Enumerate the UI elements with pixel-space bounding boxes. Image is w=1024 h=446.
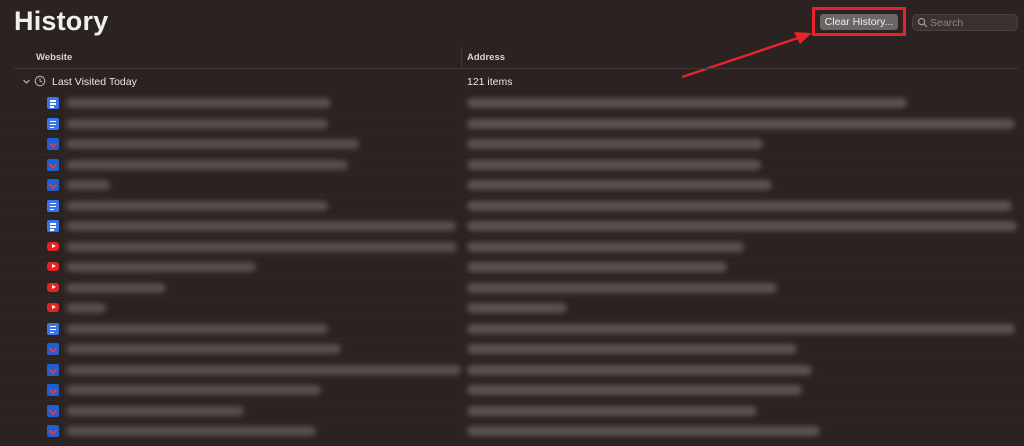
table-row[interactable] xyxy=(0,421,1024,442)
column-divider xyxy=(461,46,462,68)
table-row[interactable] xyxy=(0,339,1024,360)
redacted-title xyxy=(66,241,457,252)
redacted-address xyxy=(467,303,567,313)
redacted-address xyxy=(467,221,1017,231)
table-row[interactable] xyxy=(0,319,1024,339)
redacted-address xyxy=(467,139,763,149)
redacted-address xyxy=(467,159,761,170)
clear-history-button[interactable]: Clear History... xyxy=(820,14,898,30)
redacted-title xyxy=(66,159,348,170)
redacted-title xyxy=(66,118,328,129)
document-icon xyxy=(47,97,59,109)
document-icon xyxy=(47,199,59,212)
header-divider xyxy=(14,68,1018,69)
site-favicon-icon xyxy=(47,384,59,396)
redacted-address xyxy=(467,118,1015,129)
search-input[interactable] xyxy=(930,15,1016,30)
page-title: History xyxy=(14,6,109,36)
redacted-title xyxy=(66,221,456,231)
youtube-icon xyxy=(47,303,59,312)
redacted-address xyxy=(467,98,907,108)
table-row[interactable] xyxy=(0,237,1024,257)
redacted-title xyxy=(66,180,110,190)
table-row[interactable] xyxy=(0,216,1024,237)
table-row[interactable] xyxy=(0,196,1024,216)
site-favicon-icon xyxy=(47,343,59,355)
redacted-address xyxy=(467,241,744,252)
site-favicon-icon xyxy=(47,158,59,171)
group-label: Last Visited Today xyxy=(52,76,137,88)
table-row[interactable] xyxy=(0,257,1024,278)
site-favicon-icon xyxy=(47,425,59,437)
redacted-title xyxy=(66,364,461,375)
redacted-title xyxy=(66,262,256,272)
table-row[interactable] xyxy=(0,155,1024,175)
redacted-title xyxy=(66,303,106,313)
search-field[interactable] xyxy=(912,14,1018,31)
redacted-title xyxy=(66,405,244,416)
redacted-title xyxy=(66,385,321,395)
column-header-address[interactable]: Address xyxy=(467,52,505,63)
site-favicon-icon xyxy=(47,138,59,150)
redacted-title xyxy=(66,200,328,211)
document-icon xyxy=(47,117,59,130)
redacted-address xyxy=(467,180,772,190)
redacted-title xyxy=(66,139,359,149)
column-header-website[interactable]: Website xyxy=(36,52,72,63)
redacted-address xyxy=(467,405,757,416)
redacted-address xyxy=(467,344,797,354)
redacted-address xyxy=(467,200,1012,211)
redacted-address xyxy=(467,426,820,436)
group-row-today[interactable]: Last Visited Today 121 items xyxy=(0,72,1024,92)
redacted-title xyxy=(66,426,316,436)
clear-history-highlight: Clear History... xyxy=(812,7,906,36)
redacted-address xyxy=(467,323,1015,334)
table-row[interactable] xyxy=(0,278,1024,298)
table-row[interactable] xyxy=(0,114,1024,134)
redacted-address xyxy=(467,364,812,375)
table-row[interactable] xyxy=(0,380,1024,401)
site-favicon-icon xyxy=(47,404,59,417)
group-count: 121 items xyxy=(467,76,513,88)
redacted-title xyxy=(66,282,166,293)
site-favicon-icon xyxy=(47,363,59,376)
table-row[interactable] xyxy=(0,360,1024,380)
table-row[interactable] xyxy=(0,298,1024,319)
youtube-icon xyxy=(47,262,59,271)
table-row[interactable] xyxy=(0,175,1024,196)
document-icon xyxy=(47,322,59,335)
clock-icon xyxy=(34,75,46,87)
youtube-icon xyxy=(47,282,59,292)
redacted-address xyxy=(467,262,727,272)
redacted-title xyxy=(66,344,341,354)
chevron-down-icon[interactable] xyxy=(22,77,31,86)
table-row[interactable] xyxy=(0,93,1024,114)
history-list xyxy=(0,93,1024,442)
redacted-title xyxy=(66,98,331,108)
table-row[interactable] xyxy=(0,401,1024,421)
redacted-address xyxy=(467,385,802,395)
search-icon xyxy=(917,17,928,28)
redacted-address xyxy=(467,282,777,293)
redacted-title xyxy=(66,323,328,334)
youtube-icon xyxy=(47,241,59,251)
site-favicon-icon xyxy=(47,179,59,191)
document-icon xyxy=(47,220,59,232)
table-row[interactable] xyxy=(0,134,1024,155)
